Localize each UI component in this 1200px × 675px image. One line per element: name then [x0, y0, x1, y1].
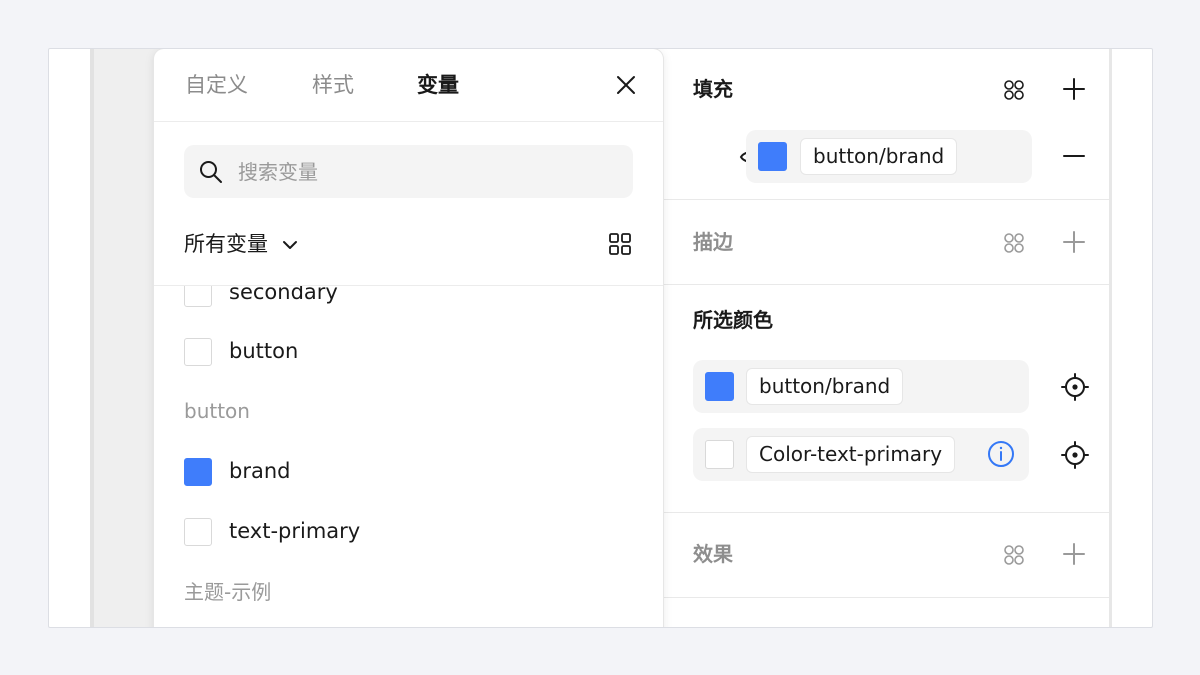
divider [663, 512, 1109, 513]
variable-search[interactable] [184, 145, 633, 198]
divider [663, 284, 1109, 285]
variable-label: secondary [229, 286, 338, 304]
variable-list: secondary button button brand text-prima… [154, 286, 663, 627]
selected-colors-title: 所选颜色 [693, 308, 773, 332]
filter-dropdown[interactable]: 所有变量 [184, 229, 268, 259]
locate-crosshair-icon[interactable] [1061, 373, 1089, 401]
divider [663, 597, 1109, 598]
tab-custom[interactable]: 自定义 [185, 71, 248, 99]
group-header-button: button [184, 399, 250, 423]
chevron-down-icon[interactable] [282, 239, 298, 251]
variable-item-brand[interactable]: brand [184, 458, 624, 490]
group-header-theme: 主题-示例 [184, 580, 272, 604]
selected-color-row[interactable]: Color-text-primary [693, 428, 1029, 481]
variable-swatch [184, 286, 212, 307]
selected-color-row[interactable]: button/brand [693, 360, 1029, 413]
variable-item-text-primary[interactable]: text-primary [184, 518, 624, 550]
fill-swatch[interactable] [758, 142, 787, 171]
add-effect-button[interactable] [1060, 540, 1088, 568]
design-panel: 填充 button/brand 描边 所选颜色 button/brand Col… [663, 49, 1109, 627]
tab-styles[interactable]: 样式 [312, 71, 354, 99]
variable-filter: 所有变量 [184, 229, 634, 259]
grid-view-icon[interactable] [608, 232, 632, 256]
app-frame: 填充 button/brand 描边 所选颜色 button/brand Col… [48, 48, 1153, 628]
picker-tabs: 自定义 样式 变量 [154, 49, 663, 122]
variable-item-secondary[interactable]: secondary [184, 286, 624, 311]
variable-item-button[interactable]: button [184, 338, 624, 370]
search-icon [200, 161, 222, 183]
add-stroke-button[interactable] [1060, 228, 1088, 256]
variable-swatch [184, 458, 212, 486]
close-icon[interactable] [614, 73, 638, 97]
locate-crosshair-icon[interactable] [1061, 441, 1089, 469]
effects-section-title: 效果 [693, 542, 733, 566]
variable-picker-popover: 自定义 样式 变量 所有变量 [154, 49, 663, 627]
selected-color-swatch[interactable] [705, 440, 734, 469]
panel-edge [1109, 49, 1112, 627]
info-icon[interactable] [987, 440, 1015, 468]
selected-color-token[interactable]: button/brand [746, 368, 904, 405]
stroke-section-title: 描边 [693, 230, 733, 254]
style-grid-icon[interactable] [1000, 76, 1028, 104]
variable-label: button [229, 339, 299, 363]
effects-style-grid-icon[interactable] [1000, 541, 1028, 569]
fill-token-chip[interactable]: button/brand [800, 138, 958, 175]
selected-color-swatch[interactable] [705, 372, 734, 401]
variable-swatch [184, 518, 212, 546]
variable-label: text-primary [229, 519, 361, 543]
fill-section-title: 填充 [693, 77, 733, 101]
fill-row[interactable]: button/brand [746, 130, 1032, 183]
add-fill-button[interactable] [1060, 75, 1088, 103]
stroke-style-grid-icon[interactable] [1000, 229, 1028, 257]
remove-fill-button[interactable] [1060, 142, 1088, 170]
search-input[interactable] [236, 155, 620, 189]
selected-color-token[interactable]: Color-text-primary [746, 436, 956, 473]
divider [663, 199, 1109, 200]
tab-variables[interactable]: 变量 [417, 71, 459, 99]
variable-swatch [184, 338, 212, 366]
variable-label: brand [229, 459, 291, 483]
